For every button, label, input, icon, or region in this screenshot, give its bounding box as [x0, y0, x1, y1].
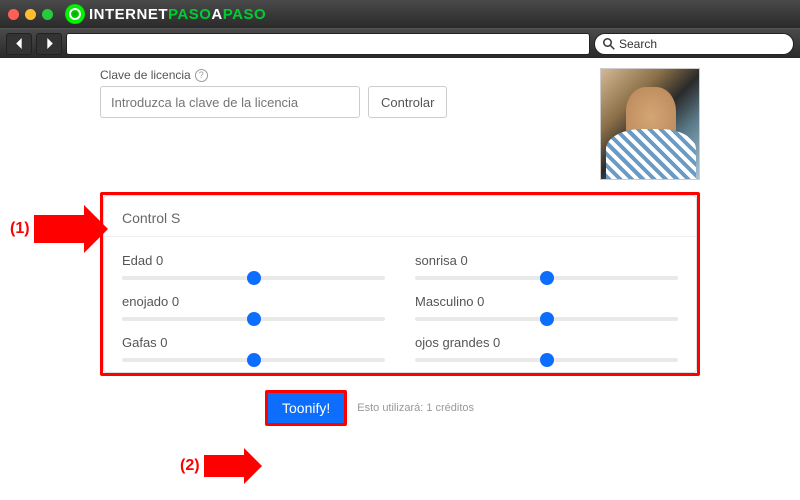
arrow-icon — [204, 455, 244, 477]
slider-gafas: Gafas 0 — [122, 335, 385, 362]
window-controls — [8, 9, 53, 20]
logo-part-3: A — [211, 6, 222, 23]
slider-label: enojado 0 — [122, 294, 385, 309]
close-window-icon[interactable] — [8, 9, 19, 20]
slider-thumb[interactable] — [540, 271, 554, 285]
slider-enojado: enojado 0 — [122, 294, 385, 321]
slider-thumb[interactable] — [247, 312, 261, 326]
credits-text: Esto utilizará: 1 créditos — [357, 402, 474, 414]
annotation-arrow-1: (1) — [10, 215, 84, 243]
slider-masculino: Masculino 0 — [415, 294, 678, 321]
logo-part-1: INTERNET — [89, 6, 168, 23]
maximize-window-icon[interactable] — [42, 9, 53, 20]
slider-label: sonrisa 0 — [415, 253, 678, 268]
preview-image — [600, 68, 700, 180]
slider-ojos-grandes: ojos grandes 0 — [415, 335, 678, 362]
annotation-label-1: (1) — [10, 220, 30, 238]
annotation-label-2: (2) — [180, 457, 200, 475]
slider-track[interactable] — [122, 358, 385, 362]
slider-sonrisa: sonrisa 0 — [415, 253, 678, 280]
logo-icon — [65, 4, 85, 24]
nav-forward-button[interactable] — [36, 33, 62, 55]
slider-label: ojos grandes 0 — [415, 335, 678, 350]
search-placeholder: Search — [619, 37, 657, 51]
license-section: Clave de licencia ? Controlar — [100, 68, 700, 180]
logo-part-4: PASO — [223, 6, 266, 23]
browser-titlebar: INTERNETPASOAPASO — [0, 0, 800, 28]
controls-panel: Control S Edad 0 sonrisa 0 enojado 0 Mascul… — [103, 195, 697, 373]
slider-edad: Edad 0 — [122, 253, 385, 280]
slider-thumb[interactable] — [247, 271, 261, 285]
logo-part-2: PASO — [168, 6, 211, 23]
action-row: Toonify! Esto utilizará: 1 créditos — [265, 390, 700, 426]
logo-text: INTERNETPASOAPASO — [89, 6, 266, 23]
slider-thumb[interactable] — [247, 353, 261, 367]
slider-track[interactable] — [415, 358, 678, 362]
slider-label: Edad 0 — [122, 253, 385, 268]
url-bar[interactable] — [66, 33, 590, 55]
slider-track[interactable] — [415, 317, 678, 321]
license-label: Clave de licencia ? — [100, 68, 592, 82]
info-icon[interactable]: ? — [195, 69, 208, 82]
site-logo: INTERNETPASOAPASO — [65, 4, 266, 24]
slider-label: Masculino 0 — [415, 294, 678, 309]
toonify-button[interactable]: Toonify! — [265, 390, 347, 426]
search-box[interactable]: Search — [594, 33, 794, 55]
search-icon — [603, 38, 615, 50]
controls-panel-highlight: Control S Edad 0 sonrisa 0 enojado 0 Mascul… — [100, 192, 700, 376]
browser-toolbar: Search — [0, 28, 800, 58]
page-content: Clave de licencia ? Controlar Control S … — [0, 58, 800, 500]
control-button[interactable]: Controlar — [368, 86, 447, 118]
slider-label: Gafas 0 — [122, 335, 385, 350]
license-input[interactable] — [100, 86, 360, 118]
minimize-window-icon[interactable] — [25, 9, 36, 20]
annotation-arrow-2: (2) — [180, 455, 244, 477]
slider-track[interactable] — [122, 276, 385, 280]
nav-back-button[interactable] — [6, 33, 32, 55]
arrow-icon — [34, 215, 84, 243]
panel-title: Control S — [104, 196, 696, 237]
slider-thumb[interactable] — [540, 353, 554, 367]
slider-track[interactable] — [415, 276, 678, 280]
slider-track[interactable] — [122, 317, 385, 321]
slider-grid: Edad 0 sonrisa 0 enojado 0 Masculino 0 Gafas… — [122, 253, 678, 362]
slider-thumb[interactable] — [540, 312, 554, 326]
